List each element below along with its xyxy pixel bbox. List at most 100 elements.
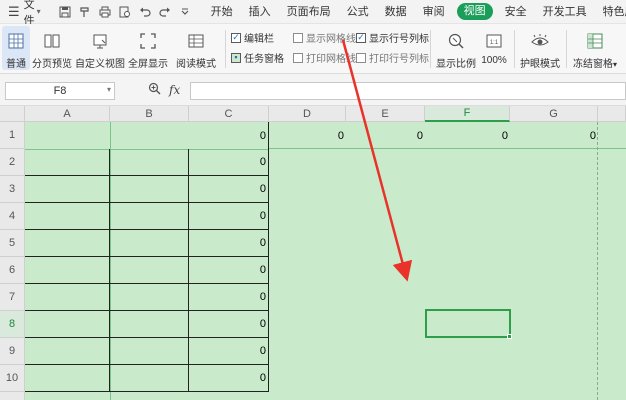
row-header-5[interactable]: 5: [0, 230, 25, 257]
cell-c9[interactable]: 0: [189, 338, 269, 365]
zoom-button[interactable]: 显示比例: [436, 26, 476, 70]
cell-b10[interactable]: [110, 365, 189, 392]
tab-special-apps[interactable]: 特色应用: [595, 0, 626, 24]
formula-bar-checkbox[interactable]: ✓ 编辑栏: [231, 30, 274, 45]
cell-c7[interactable]: 0: [189, 284, 269, 311]
row-header-9[interactable]: 9: [0, 338, 25, 365]
row-header-8[interactable]: 8: [0, 311, 25, 338]
tab-developer[interactable]: 开发工具: [535, 0, 595, 24]
fullscreen-button[interactable]: 全屏显示: [128, 26, 168, 70]
format-painter-icon[interactable]: [76, 3, 94, 21]
row-header-1[interactable]: 1: [0, 122, 25, 149]
formula-tools: fx: [148, 82, 180, 98]
magnifier-icon[interactable]: [148, 82, 161, 98]
cell-f1[interactable]: 0: [425, 122, 510, 149]
column-header-g[interactable]: G: [510, 106, 598, 122]
cell-b7[interactable]: [110, 284, 189, 311]
cell-c2[interactable]: 0: [189, 149, 269, 176]
selected-cell-f8[interactable]: [425, 309, 511, 338]
column-header-b[interactable]: B: [110, 106, 189, 122]
cell-c8[interactable]: 0: [189, 311, 269, 338]
select-all-corner[interactable]: [0, 106, 25, 122]
custom-view-label: 自定义视图: [75, 59, 125, 70]
cell-a3[interactable]: [25, 176, 110, 203]
tab-formulas[interactable]: 公式: [339, 0, 377, 24]
customize-icon[interactable]: [176, 3, 194, 21]
cell-a7[interactable]: [25, 284, 110, 311]
column-header-e[interactable]: E: [346, 106, 425, 122]
zoom-100-button[interactable]: 1:1 100%: [479, 26, 509, 70]
custom-view-icon: [91, 29, 109, 53]
column-header-h[interactable]: [598, 106, 626, 122]
column-header-d[interactable]: D: [269, 106, 346, 122]
cell-a8[interactable]: [25, 311, 110, 338]
cell-g1[interactable]: 0: [510, 122, 598, 149]
column-header-a[interactable]: A: [25, 106, 110, 122]
row-header-7[interactable]: 7: [0, 284, 25, 311]
cell-b9[interactable]: [110, 338, 189, 365]
cell-b5[interactable]: [110, 230, 189, 257]
page-break-preview-button[interactable]: 分页预览: [32, 26, 72, 70]
normal-view-button[interactable]: 普通: [2, 26, 30, 70]
cell-c6[interactable]: 0: [189, 257, 269, 284]
cell-b8[interactable]: [110, 311, 189, 338]
cell-b6[interactable]: [110, 257, 189, 284]
cell-a10[interactable]: [25, 365, 110, 392]
tab-home[interactable]: 开始: [203, 0, 241, 24]
tab-data[interactable]: 数据: [377, 0, 415, 24]
task-pane-checkbox[interactable]: ▪ 任务窗格: [231, 50, 284, 65]
row-header-10[interactable]: 10: [0, 365, 25, 392]
column-header-c[interactable]: C: [189, 106, 269, 122]
cell-d1[interactable]: 0: [269, 122, 346, 149]
cell-a2[interactable]: [25, 149, 110, 176]
print-icon[interactable]: [96, 3, 114, 21]
file-menu[interactable]: ☰ 文件 ▾: [0, 0, 47, 27]
custom-view-button[interactable]: 自定义视图: [75, 26, 125, 70]
cell-c3[interactable]: 0: [189, 176, 269, 203]
formula-input[interactable]: [190, 82, 626, 100]
spreadsheet-grid[interactable]: A B C D E F G 1 2 3 4 5 6 7 8 9 10 0 0 0…: [0, 106, 626, 400]
insert-function-button[interactable]: fx: [169, 83, 180, 97]
column-header-f[interactable]: F: [425, 106, 510, 122]
cell-a6[interactable]: [25, 257, 110, 284]
row-header-3[interactable]: 3: [0, 176, 25, 203]
cell-a4[interactable]: [25, 203, 110, 230]
row-header-4[interactable]: 4: [0, 203, 25, 230]
checkbox-unchecked-icon: [293, 32, 303, 43]
show-gridlines-checkbox[interactable]: 显示网格线: [293, 30, 356, 45]
tab-review[interactable]: 审阅: [415, 0, 453, 24]
print-row-col-headers-checkbox[interactable]: 打印行号列标: [356, 50, 429, 65]
fill-handle[interactable]: [507, 334, 512, 339]
print-preview-icon[interactable]: [116, 3, 134, 21]
tab-view[interactable]: 视图: [456, 3, 493, 20]
print-gridlines-checkbox[interactable]: 打印网格线: [293, 50, 356, 65]
show-row-col-headers-checkbox[interactable]: ✓ 显示行号列标: [356, 30, 429, 45]
eye-protection-button[interactable]: 护眼模式: [519, 26, 561, 70]
name-box[interactable]: F8 ▾: [5, 82, 115, 100]
cell-a9[interactable]: [25, 338, 110, 365]
cell-b3[interactable]: [110, 176, 189, 203]
zoom-100-icon: 1:1: [485, 29, 503, 53]
row-header-2[interactable]: 2: [0, 149, 25, 176]
save-icon[interactable]: [56, 3, 74, 21]
cell-c10[interactable]: 0: [189, 365, 269, 392]
task-pane-checkbox-label: 任务窗格: [244, 54, 284, 65]
tab-page-layout[interactable]: 页面布局: [279, 0, 339, 24]
tab-insert[interactable]: 插入: [241, 0, 279, 24]
cell-c4[interactable]: 0: [189, 203, 269, 230]
row-header-11[interactable]: [0, 392, 25, 400]
cell-c5[interactable]: 0: [189, 230, 269, 257]
page-break-preview-icon: [43, 29, 61, 53]
chevron-down-icon[interactable]: ▾: [107, 85, 111, 94]
cell-b2[interactable]: [110, 149, 189, 176]
undo-icon[interactable]: [136, 3, 154, 21]
cell-b4[interactable]: [110, 203, 189, 230]
tab-security[interactable]: 安全: [497, 0, 535, 24]
cell-e1[interactable]: 0: [346, 122, 425, 149]
cell-c1[interactable]: 0: [189, 122, 269, 149]
freeze-panes-button[interactable]: 冻结窗格▾: [571, 26, 619, 70]
redo-icon[interactable]: [156, 3, 174, 21]
cell-a5[interactable]: [25, 230, 110, 257]
reading-mode-button[interactable]: 阅读模式: [173, 26, 219, 70]
row-header-6[interactable]: 6: [0, 257, 25, 284]
